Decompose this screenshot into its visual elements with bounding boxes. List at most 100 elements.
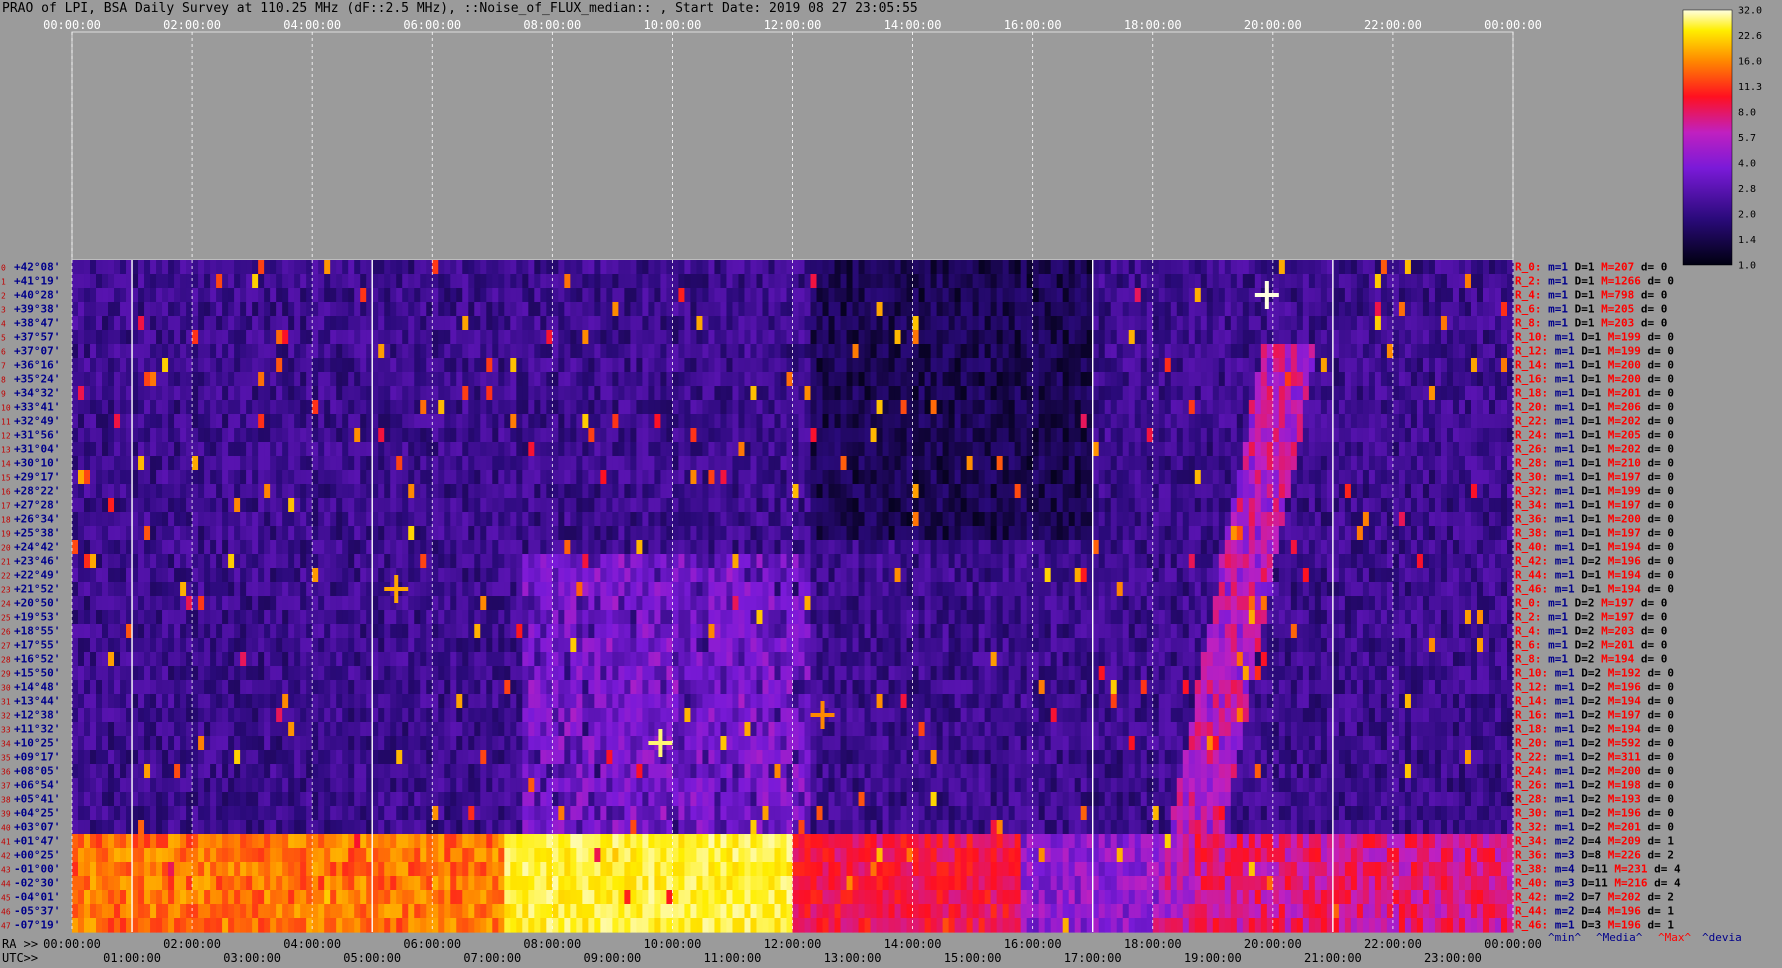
heat-cell	[618, 400, 625, 415]
heat-cell	[828, 316, 836, 331]
heat-cell	[1428, 316, 1436, 331]
heat-cell	[1446, 358, 1454, 373]
heat-cell	[1212, 372, 1220, 387]
heat-cell	[1008, 260, 1016, 275]
heat-cell	[1098, 512, 1106, 527]
heat-cell	[744, 470, 752, 485]
heat-cell	[1164, 358, 1172, 373]
heat-cell	[96, 316, 103, 331]
heat-cell	[246, 316, 253, 331]
heat-cell	[1230, 260, 1238, 275]
heat-cell	[762, 274, 770, 289]
heat-cell	[1296, 400, 1304, 415]
heat-cell	[696, 344, 704, 359]
heat-cell	[1194, 498, 1202, 513]
heat-cell	[1224, 498, 1232, 513]
heat-cell	[1032, 442, 1040, 457]
heat-cell	[1374, 526, 1382, 541]
heat-cell	[1218, 358, 1226, 373]
heat-cell	[768, 442, 776, 457]
heat-cell	[162, 484, 169, 499]
heat-cell	[504, 484, 511, 499]
heat-cell	[1392, 456, 1400, 471]
heat-cell	[78, 302, 85, 317]
heat-cell	[1410, 260, 1418, 275]
heat-cell	[534, 316, 541, 331]
heat-cell	[1062, 302, 1070, 317]
heat-cell	[1122, 372, 1130, 387]
heat-cell	[1368, 358, 1376, 373]
heat-cell	[1098, 484, 1106, 499]
heat-cell	[606, 498, 613, 513]
heat-cell	[1020, 358, 1028, 373]
heat-cell	[1254, 260, 1262, 275]
heat-cell	[702, 330, 710, 345]
heat-cell	[1116, 386, 1124, 401]
heat-cell	[876, 372, 884, 387]
heat-cell	[900, 344, 908, 359]
heat-cell	[930, 260, 938, 275]
heat-cell	[1332, 386, 1340, 401]
heat-cell	[1422, 484, 1430, 499]
heat-cell	[1404, 372, 1412, 387]
heat-cell	[1122, 512, 1130, 527]
heat-cell	[1290, 414, 1298, 429]
heat-cell	[948, 526, 956, 541]
heat-cell	[516, 414, 523, 429]
heat-cell	[816, 358, 824, 373]
heat-cell	[1176, 344, 1184, 359]
heat-cell	[354, 456, 361, 471]
heat-cell	[174, 386, 181, 401]
heat-cell	[996, 372, 1004, 387]
heat-cell	[1488, 498, 1496, 513]
heat-cell	[822, 330, 830, 345]
heat-cell	[1098, 302, 1106, 317]
heat-cell	[1320, 442, 1328, 457]
heat-cell	[696, 400, 704, 415]
heat-cell	[1014, 400, 1022, 415]
heat-cell	[774, 400, 782, 415]
heat-cell	[342, 428, 349, 443]
heat-cell	[990, 428, 998, 443]
heat-cell	[354, 414, 361, 429]
heat-cell	[642, 456, 649, 471]
heat-cell	[456, 456, 463, 471]
heat-cell	[1344, 316, 1352, 331]
heat-cell	[1002, 330, 1010, 345]
heat-cell	[834, 386, 842, 401]
heat-cell	[852, 428, 860, 443]
heat-cell	[912, 288, 920, 303]
heat-cell	[762, 540, 770, 555]
heat-cell	[1308, 498, 1316, 513]
heat-cell	[1296, 428, 1304, 443]
heat-cell	[996, 344, 1004, 359]
heat-cell	[660, 400, 668, 415]
heat-cell	[276, 512, 283, 527]
heat-cell	[336, 540, 343, 555]
heat-cell	[600, 386, 607, 401]
heat-cell	[1236, 372, 1244, 387]
heat-cell	[1458, 442, 1466, 457]
heat-cell	[90, 372, 97, 387]
heat-cell	[930, 484, 938, 499]
heat-cell	[1416, 358, 1424, 373]
heat-cell	[1458, 344, 1466, 359]
heat-cell	[1308, 526, 1316, 541]
heat-cell	[624, 358, 631, 373]
heat-cell	[78, 386, 85, 401]
heat-cell	[78, 316, 85, 331]
heat-cell	[822, 400, 830, 415]
heat-cell	[228, 470, 235, 485]
heat-cell	[1314, 442, 1322, 457]
heat-cell	[1434, 512, 1442, 527]
heat-cell	[360, 316, 367, 331]
heat-cell	[1446, 470, 1454, 485]
heat-cell	[1032, 512, 1040, 527]
heat-cell	[114, 372, 121, 387]
heat-cell	[672, 330, 680, 345]
heat-cell	[1038, 274, 1046, 289]
heat-cell	[1296, 302, 1304, 317]
heat-cell	[300, 316, 307, 331]
heat-cell	[750, 372, 758, 387]
heat-cell	[882, 302, 890, 317]
